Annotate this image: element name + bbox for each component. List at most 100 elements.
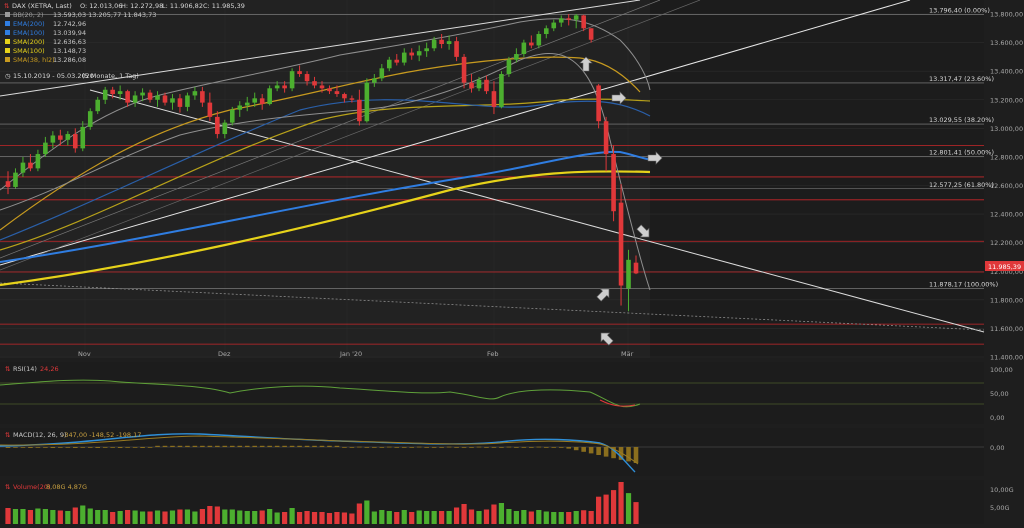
volume-bar — [386, 511, 392, 524]
fib-label: 13.029,55 (38.20%) — [929, 116, 994, 124]
volume-bar — [371, 511, 377, 524]
instrument-title: DAX (XETRA, Last) — [12, 2, 72, 10]
volume-bar — [147, 511, 153, 524]
candle-up — [626, 259, 631, 289]
indicator-swatch — [5, 48, 10, 53]
macd-histogram-bar — [551, 447, 557, 448]
ohlc-open: O: 12.013,06 — [80, 2, 122, 10]
volume-bar — [573, 511, 579, 524]
macd-histogram-bar — [439, 447, 444, 448]
volume-bar — [132, 510, 138, 524]
candle-down — [207, 102, 213, 117]
dax-chart-svg: 13.800,00 13.600,00 13.400,00 13.200,00 13.0… — [0, 0, 1024, 524]
indicator-swatch — [5, 30, 10, 35]
candle-up — [237, 105, 243, 110]
candle-down — [28, 162, 33, 169]
rsi-tick-50: 50,00 — [990, 390, 1009, 398]
volume-bar — [461, 504, 467, 524]
macd-histogram-bar — [558, 447, 564, 448]
macd-histogram-bar — [125, 447, 130, 448]
volume-bar — [214, 506, 220, 524]
price-tick: 13.000,00 — [990, 125, 1023, 133]
candle-down — [312, 81, 317, 86]
macd-histogram-bar — [543, 447, 549, 448]
candle-down — [319, 85, 325, 89]
candle-up — [543, 28, 549, 35]
candle-up — [476, 79, 482, 89]
macd-histogram-bar — [596, 447, 601, 455]
volume-bar — [476, 511, 482, 524]
volume-bar — [491, 504, 497, 524]
candle-down — [162, 95, 168, 103]
price-tick: 12.400,00 — [990, 211, 1023, 219]
macd-histogram-bar — [499, 447, 504, 448]
macd-histogram-bar — [469, 447, 474, 448]
volume-tick-10g: 10,00G — [990, 486, 1014, 494]
candle-down — [327, 88, 332, 92]
candle-up — [43, 142, 48, 155]
macd-histogram-bar — [484, 447, 489, 448]
candle-down — [633, 262, 639, 274]
candle-up — [401, 52, 407, 63]
time-tick: Dez — [218, 350, 231, 358]
candle-up — [424, 48, 429, 52]
last-price-value: 11.985,39 — [988, 263, 1021, 271]
volume-bar — [551, 512, 557, 524]
macd-histogram-bar — [506, 446, 512, 448]
candle-down — [461, 56, 467, 83]
volume-bar — [222, 509, 228, 524]
volume-bar — [125, 510, 131, 524]
candle-down — [349, 98, 355, 100]
candle-up — [372, 78, 377, 83]
volume-bar — [102, 510, 108, 524]
volume-bar — [566, 512, 572, 524]
volume-bar — [439, 511, 445, 524]
price-tick: 13.600,00 — [990, 39, 1023, 47]
volume-bar — [192, 511, 198, 524]
rsi-icon: ⇅ — [5, 365, 11, 373]
volume-bar — [483, 509, 490, 524]
volume-bar — [20, 509, 26, 524]
macd-histogram-bar — [20, 447, 26, 448]
volume-bar — [401, 510, 407, 524]
volume-bar — [431, 511, 437, 524]
candle-up — [379, 68, 385, 79]
candle-up — [289, 71, 295, 89]
rsi-tick-100: 100,00 — [990, 366, 1013, 374]
price-tick: 12.800,00 — [990, 153, 1023, 161]
macd-histogram-bar — [633, 447, 639, 463]
indicator-swatch — [5, 57, 10, 62]
price-tick: 13.400,00 — [990, 68, 1023, 76]
candle-up — [87, 111, 93, 127]
macd-histogram-bar — [424, 447, 429, 448]
volume-bar — [110, 512, 116, 524]
candle-down — [394, 59, 400, 63]
candle-down — [304, 74, 310, 82]
macd-histogram-bar — [58, 447, 63, 448]
macd-tick-0: 0,00 — [990, 444, 1004, 452]
macd-histogram-bar — [102, 447, 108, 448]
clock-icon: ◷ — [5, 72, 11, 80]
volume-bar — [282, 512, 288, 524]
macd-histogram-bar — [192, 445, 198, 447]
volume-bar — [379, 510, 385, 524]
volume-bar — [506, 509, 512, 524]
macd-histogram-bar — [357, 446, 362, 448]
macd-histogram-bar — [274, 445, 280, 447]
candle-down — [566, 18, 572, 20]
volume-bar — [50, 510, 56, 524]
fib-label: 13.317,47 (23.60%) — [929, 75, 994, 83]
volume-bar — [139, 511, 146, 524]
candle-up — [536, 34, 542, 46]
volume-values: 8,08G 4,87G — [46, 483, 87, 491]
price-tick: 12.600,00 — [990, 182, 1023, 190]
price-tick: 12.200,00 — [990, 239, 1023, 247]
candle-down — [588, 28, 594, 40]
volume-bar — [610, 490, 617, 524]
price-tick: 13.200,00 — [990, 96, 1023, 104]
macd-histogram-bar — [416, 446, 422, 448]
macd-histogram-bar — [267, 445, 272, 447]
candle-up — [446, 41, 452, 45]
candle-up — [274, 85, 280, 89]
macd-histogram-bar — [454, 447, 459, 448]
